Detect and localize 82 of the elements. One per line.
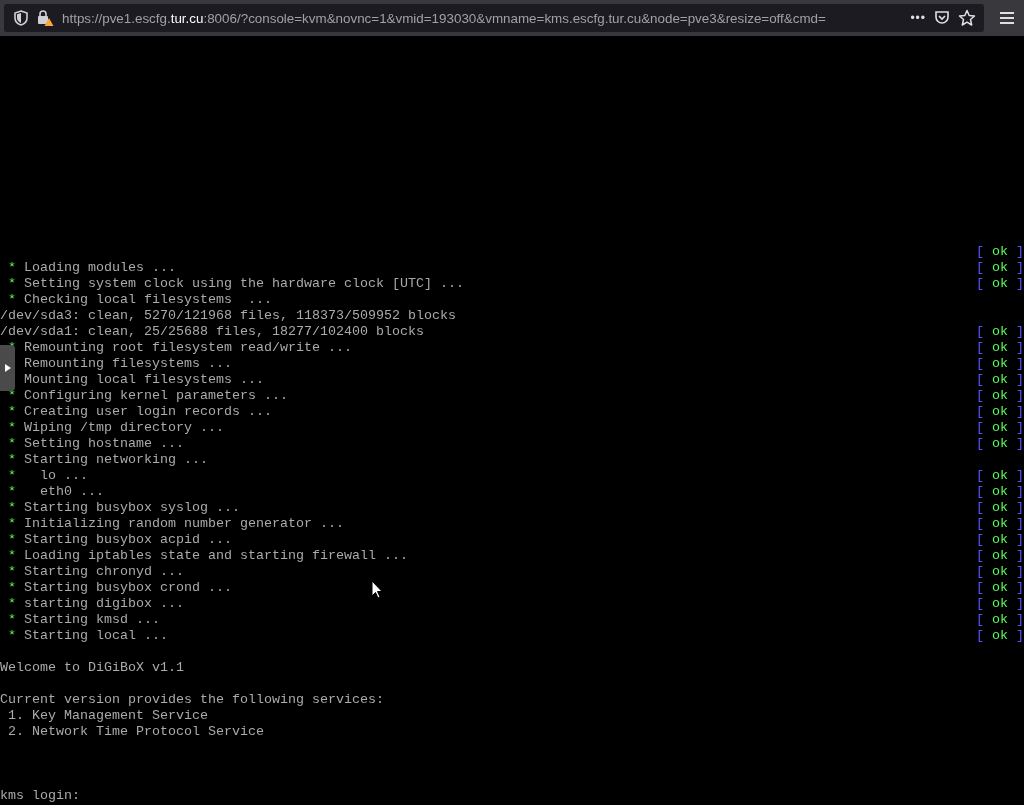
bullet-mark: *: [8, 468, 16, 484]
pocket-icon[interactable]: [934, 10, 950, 26]
bullet-mark: *: [8, 548, 16, 564]
bullet-mark: *: [8, 276, 16, 292]
star-icon[interactable]: [958, 9, 976, 27]
console-line: Setting system clock using the hardware clock [UTC] ...: [24, 276, 464, 292]
status-label: [ ok ]: [976, 628, 1024, 644]
sidebar-handle[interactable]: [0, 345, 15, 391]
console-line: Setting hostname ...: [24, 436, 184, 452]
bullet-mark: *: [8, 404, 16, 420]
status-label: [ ok ]: [976, 420, 1024, 436]
status-label: [ ok ]: [976, 468, 1024, 484]
status-label: [ ok ]: [976, 404, 1024, 420]
status-label: [ ok ]: [976, 516, 1024, 532]
status-label: [ ok ]: [976, 596, 1024, 612]
bullet-mark: *: [8, 436, 16, 452]
status-label: [ ok ]: [976, 388, 1024, 404]
status-label: [ ok ]: [976, 372, 1024, 388]
console-line: /dev/sda3: clean, 5270/121968 files, 118373/509952 blocks: [0, 308, 456, 324]
console-line: Current version provides the following services:: [0, 692, 384, 708]
lock-warning-icon[interactable]: [36, 9, 54, 27]
bullet-mark: *: [8, 292, 16, 308]
menu-icon[interactable]: [1000, 12, 1014, 24]
console-line: Loading iptables state and starting firewall ...: [24, 548, 408, 564]
bullet-mark: *: [8, 628, 16, 644]
console-line: Starting networking ...: [24, 452, 208, 468]
bullet-mark: *: [8, 484, 16, 500]
console-line: Creating user login records ...: [24, 404, 272, 420]
bullet-mark: *: [8, 388, 16, 404]
bullet-mark: *: [8, 564, 16, 580]
console-line: starting digibox ...: [24, 596, 184, 612]
bullet-mark: *: [8, 580, 16, 596]
bullet-mark: *: [8, 596, 16, 612]
console-line: Starting busybox crond ...: [24, 580, 232, 596]
bullet-mark: *: [8, 340, 16, 356]
console-line: Starting local ...: [24, 628, 168, 644]
bullet-mark: *: [8, 500, 16, 516]
mouse-pointer-icon: [371, 580, 383, 599]
expand-icon[interactable]: [4, 364, 11, 372]
console-line: 1. Key Management Service: [7, 708, 208, 724]
console-line: Loading modules ...: [24, 260, 176, 276]
bullet-mark: *: [8, 420, 16, 436]
shield-icon[interactable]: [14, 10, 28, 26]
console-line: 2. Network Time Protocol Service: [7, 724, 264, 740]
console-line: Checking local filesystems ...: [24, 292, 272, 308]
address-text[interactable]: https://pve1.escfg.tur.cu:8006/?console=kvm&novnc=1&vmid=193030&vmname=kms.escfg.tur.cu&node=pve3&resize=off&cmd=: [62, 10, 903, 26]
bullet-mark: *: [8, 516, 16, 532]
status-label: [ ok ]: [976, 532, 1024, 548]
status-label: [ ok ]: [976, 356, 1024, 372]
bullet-mark: *: [8, 532, 16, 548]
bullet-mark: *: [8, 260, 16, 276]
status-label: [ ok ]: [976, 564, 1024, 580]
console-line: Wiping /tmp directory ...: [24, 420, 224, 436]
console-line: eth0 ...: [39, 484, 104, 500]
console-line: Remounting root filesystem read/write ...: [24, 340, 352, 356]
status-label: [ ok ]: [976, 324, 1024, 340]
console-line: /dev/sda1: clean, 25/25688 files, 18277/102400 blocks: [0, 324, 424, 340]
console-line: Mounting local filesystems ...: [24, 372, 264, 388]
console-line: Configuring kernel parameters ...: [24, 388, 288, 404]
console-line: kms login:: [0, 788, 80, 804]
status-label: [ ok ]: [976, 276, 1024, 292]
status-label: [ ok ]: [976, 500, 1024, 516]
status-label: [ ok ]: [976, 260, 1024, 276]
status-label: [ ok ]: [976, 436, 1024, 452]
console-line: Starting chronyd ...: [24, 564, 184, 580]
console-line: Starting busybox syslog ...: [24, 500, 240, 516]
console-line: Starting busybox acpid ...: [24, 532, 232, 548]
console-line: lo ...: [39, 468, 88, 484]
console-line: Remounting filesystems ...: [24, 356, 232, 372]
page-actions-button[interactable]: •••: [910, 11, 926, 25]
status-label: [ ok ]: [976, 548, 1024, 564]
status-label: [ ok ]: [976, 484, 1024, 500]
status-label: [ ok ]: [976, 340, 1024, 356]
status-label: [ ok ]: [976, 612, 1024, 628]
console-line: Starting kmsd ...: [24, 612, 160, 628]
address-bar[interactable]: https://pve1.escfg.tur.cu:8006/?console=kvm&novnc=1&vmid=193030&vmname=kms.escfg.tur.cu&node=pve3&resize=off&cmd= •••: [4, 4, 984, 32]
console-line: Initializing random number generator ...: [24, 516, 344, 532]
bullet-mark: *: [8, 612, 16, 628]
status-label: [ ok ]: [976, 580, 1024, 596]
bullet-mark: *: [8, 452, 16, 468]
console-line: Welcome to DiGiBoX v1.1: [0, 660, 184, 676]
status-label: [ ok ]: [976, 244, 1024, 260]
